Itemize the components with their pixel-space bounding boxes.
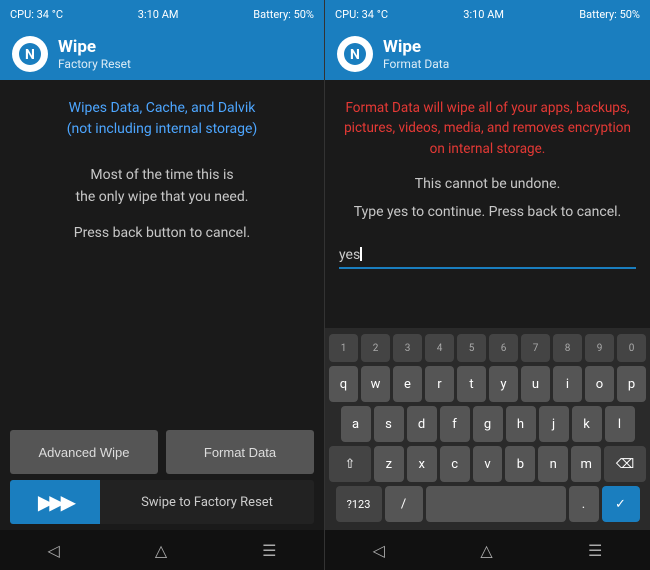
key-6[interactable]: 6	[489, 334, 518, 362]
left-app-bar: N Wipe Factory Reset	[0, 28, 324, 80]
shift-key[interactable]: ⇧	[329, 446, 371, 482]
advanced-wipe-button[interactable]: Advanced Wipe	[10, 430, 158, 474]
svg-text:N: N	[350, 47, 360, 63]
num-key[interactable]: ?123	[336, 486, 382, 522]
play-icons: ▶▶▶	[38, 490, 72, 514]
left-action-buttons: Advanced Wipe Format Data	[10, 430, 314, 474]
left-cpu: CPU: 34 °C	[10, 8, 63, 21]
left-app-bar-titles: Wipe Factory Reset	[58, 37, 131, 71]
swipe-label: Swipe to Factory Reset	[100, 495, 314, 510]
key-p[interactable]: p	[617, 366, 646, 402]
key-g[interactable]: g	[473, 406, 503, 442]
key-1[interactable]: 1	[329, 334, 358, 362]
key-t[interactable]: t	[457, 366, 486, 402]
key-l[interactable]: l	[605, 406, 635, 442]
key-3[interactable]: 3	[393, 334, 422, 362]
right-cpu: CPU: 34 °C	[335, 8, 388, 21]
left-cancel-text: Press back button to cancel.	[74, 225, 250, 241]
left-nav-bar: ◁ △ ☰	[0, 530, 324, 570]
kb-row-3: ⇧ z x c v b n m ⌫	[329, 446, 646, 482]
period-key[interactable]: .	[569, 486, 599, 522]
right-warning: Format Data will wipe all of your apps, …	[339, 98, 636, 159]
key-q[interactable]: q	[329, 366, 358, 402]
backspace-key[interactable]: ⌫	[604, 446, 646, 482]
space-key[interactable]	[426, 486, 566, 522]
right-back-icon[interactable]: ◁	[373, 541, 385, 560]
left-home-icon[interactable]: △	[155, 541, 167, 560]
key-c[interactable]: c	[440, 446, 470, 482]
key-u[interactable]: u	[521, 366, 550, 402]
right-app-bar-titles: Wipe Format Data	[383, 37, 449, 71]
left-app-title: Wipe	[58, 37, 131, 57]
key-5[interactable]: 5	[457, 334, 486, 362]
kb-row-2: a s d f g h j k l	[329, 406, 646, 442]
key-z[interactable]: z	[374, 446, 404, 482]
key-h[interactable]: h	[506, 406, 536, 442]
key-x[interactable]: x	[407, 446, 437, 482]
right-battery: Battery: 50%	[579, 8, 640, 21]
key-r[interactable]: r	[425, 366, 454, 402]
left-status-bar: CPU: 34 °C 3:10 AM Battery: 50%	[0, 0, 324, 28]
key-e[interactable]: e	[393, 366, 422, 402]
key-m[interactable]: m	[571, 446, 601, 482]
right-app-subtitle: Format Data	[383, 57, 449, 71]
key-o[interactable]: o	[585, 366, 614, 402]
left-time: 3:10 AM	[138, 8, 179, 21]
key-s[interactable]: s	[374, 406, 404, 442]
input-value: yes	[339, 247, 360, 263]
left-content: Wipes Data, Cache, and Dalvik(not includ…	[0, 80, 324, 422]
key-w[interactable]: w	[361, 366, 390, 402]
right-app-bar: N Wipe Format Data	[325, 28, 650, 80]
key-f[interactable]: f	[440, 406, 470, 442]
right-content: Format Data will wipe all of your apps, …	[325, 80, 650, 328]
right-time: 3:10 AM	[463, 8, 504, 21]
kb-row-1: q w e r t y u i o p	[329, 366, 646, 402]
key-0[interactable]: 0	[617, 334, 646, 362]
left-body-line1: Most of the time this is the only wipe t…	[76, 164, 249, 209]
keyboard[interactable]: 1 2 3 4 5 6 7 8 9 0 q w e r t y u i o p …	[325, 328, 650, 530]
right-body-line2: Type yes to continue. Press back to canc…	[354, 201, 621, 223]
left-bottom-buttons: Advanced Wipe Format Data ▶▶▶ Swipe to F…	[0, 422, 324, 530]
yes-input[interactable]: yes	[339, 240, 636, 269]
right-app-title: Wipe	[383, 37, 449, 57]
left-menu-icon[interactable]: ☰	[262, 541, 276, 560]
text-cursor	[360, 247, 362, 261]
key-a[interactable]: a	[341, 406, 371, 442]
left-back-icon[interactable]: ◁	[48, 541, 60, 560]
left-app-logo: N	[12, 36, 48, 72]
swipe-arrows: ▶▶▶	[10, 480, 100, 524]
right-status-bar: CPU: 34 °C 3:10 AM Battery: 50%	[325, 0, 650, 28]
key-k[interactable]: k	[572, 406, 602, 442]
key-7[interactable]: 7	[521, 334, 550, 362]
key-2[interactable]: 2	[361, 334, 390, 362]
key-d[interactable]: d	[407, 406, 437, 442]
right-menu-icon[interactable]: ☰	[588, 541, 602, 560]
right-panel: CPU: 34 °C 3:10 AM Battery: 50% N Wipe F…	[325, 0, 650, 570]
key-9[interactable]: 9	[585, 334, 614, 362]
key-j[interactable]: j	[539, 406, 569, 442]
kb-row-4: ?123 / . ✓	[329, 486, 646, 522]
right-body-line1: This cannot be undone.	[415, 173, 561, 195]
left-app-subtitle: Factory Reset	[58, 57, 131, 71]
slash-key[interactable]: /	[385, 486, 423, 522]
left-warning: Wipes Data, Cache, and Dalvik(not includ…	[67, 98, 258, 140]
kb-number-row: 1 2 3 4 5 6 7 8 9 0	[329, 334, 646, 362]
enter-key[interactable]: ✓	[602, 486, 640, 522]
left-battery: Battery: 50%	[253, 8, 314, 21]
right-home-icon[interactable]: △	[480, 541, 492, 560]
key-v[interactable]: v	[473, 446, 503, 482]
swipe-bar[interactable]: ▶▶▶ Swipe to Factory Reset	[10, 480, 314, 524]
left-panel: CPU: 34 °C 3:10 AM Battery: 50% N Wipe F…	[0, 0, 325, 570]
svg-text:N: N	[25, 47, 35, 63]
key-4[interactable]: 4	[425, 334, 454, 362]
key-8[interactable]: 8	[553, 334, 582, 362]
key-y[interactable]: y	[489, 366, 518, 402]
key-b[interactable]: b	[505, 446, 535, 482]
key-i[interactable]: i	[553, 366, 582, 402]
key-n[interactable]: n	[538, 446, 568, 482]
right-app-logo: N	[337, 36, 373, 72]
format-data-button[interactable]: Format Data	[166, 430, 314, 474]
right-nav-bar: ◁ △ ☰	[325, 530, 650, 570]
